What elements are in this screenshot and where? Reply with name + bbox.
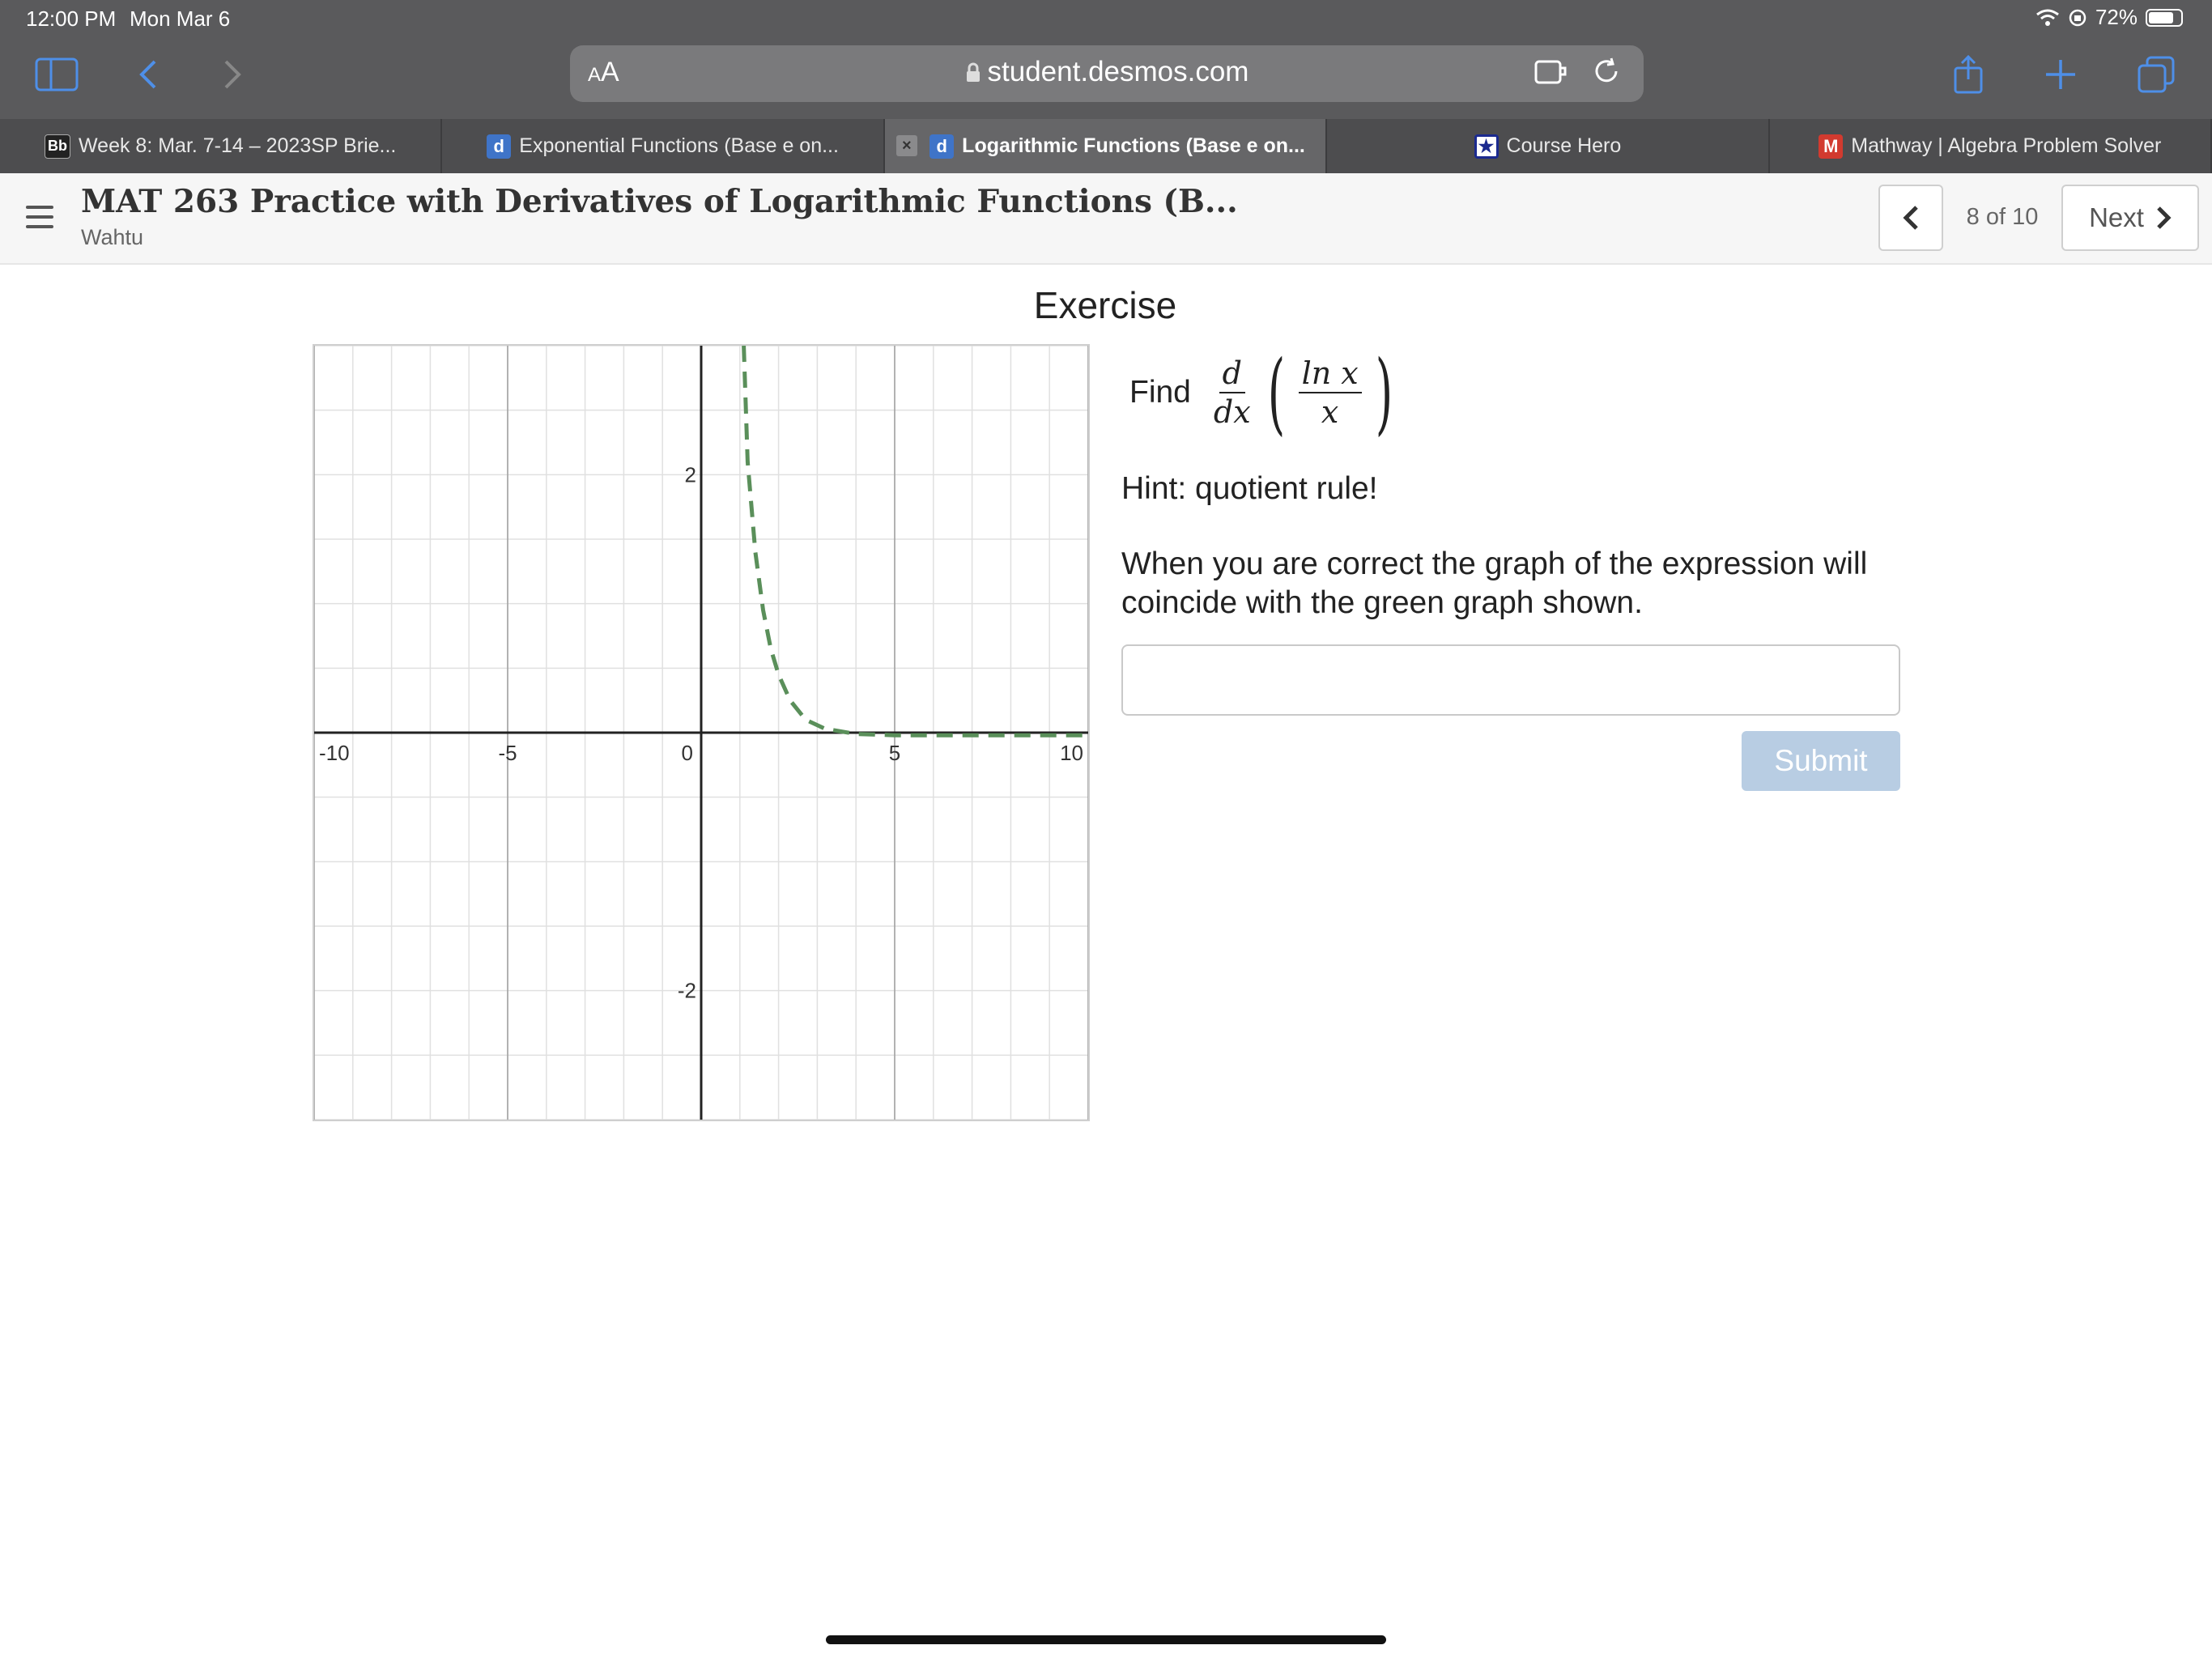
tab-label: Week 8: Mar. 7-14 – 2023SP Brie... [79,134,397,157]
wifi-icon [2036,9,2059,26]
series-line [742,345,1088,738]
extension-icon[interactable] [1534,57,1568,86]
tab-blackboard[interactable]: Bb Week 8: Mar. 7-14 – 2023SP Brie... [0,119,443,173]
graph-svg: -10 -5 0 5 10 2 -2 [313,345,1089,1120]
question-prompt: Find d dx ( ln x x ) [1129,348,1402,437]
course-hero-favicon-icon: ★ [1474,134,1499,159]
expression-fraction: ln x x [1298,358,1362,427]
tab-label: Logarithmic Functions (Base e on... [962,134,1305,157]
status-time: 12:00 PM [26,6,117,31]
battery-percent: 72% [2095,5,2138,29]
previous-button[interactable] [1878,185,1943,251]
address-bar[interactable]: AA student.desmos.com [570,45,1644,102]
new-tab-icon[interactable] [2040,50,2081,99]
browser-chrome: 12:00 PM Mon Mar 6 72% AA student.desmos… [0,0,2212,119]
tab-label: Exponential Functions (Base e on... [519,134,839,157]
close-tab-icon[interactable]: × [895,135,917,156]
x-tick-label: -10 [319,741,350,765]
orientation-lock-icon [2069,9,2087,26]
menu-icon[interactable] [26,206,53,235]
forward-icon[interactable] [217,50,249,99]
next-button[interactable]: Next [2061,185,2199,251]
submit-button[interactable]: Submit [1742,731,1900,791]
tab-overview-icon[interactable] [2136,50,2176,99]
share-icon[interactable] [1948,50,1989,99]
chevron-right-icon [2157,206,2172,229]
blackboard-favicon-icon: Bb [45,134,71,159]
tab-mathway[interactable]: M Mathway | Algebra Problem Solver [1770,119,2212,173]
derivative-operator: d dx [1213,355,1251,430]
instructions-text: When you are correct the graph of the ex… [1121,546,1868,620]
x-tick-label: 0 [682,741,693,765]
left-paren: ( [1267,341,1285,444]
tab-label: Course Hero [1506,134,1622,157]
exercise-heading: Exercise [1033,284,1177,326]
status-date: Mon Mar 6 [130,6,231,31]
tab-exponential-functions[interactable]: d Exponential Functions (Base e on... [442,119,885,173]
find-label: Find [1129,375,1191,410]
tab-course-hero[interactable]: ★ Course Hero [1327,119,1770,173]
y-tick-label: -2 [678,979,696,1003]
status-icons: 72% [2035,5,2183,30]
tab-logarithmic-functions[interactable]: × d Logarithmic Functions (Base e on... [884,119,1328,173]
desmos-favicon-icon: d [487,134,512,159]
lock-icon [966,62,980,82]
x-tick-label: 5 [889,741,900,765]
x-tick-label: 10 [1060,741,1083,765]
desmos-favicon-icon: d [929,134,955,159]
tab-label: Mathway | Algebra Problem Solver [1851,134,2162,157]
answer-input[interactable] [1121,644,1900,716]
next-label: Next [2089,202,2144,232]
activity-title: MAT 263 Practice with Derivatives of Log… [81,183,1238,220]
home-indicator [826,1635,1386,1644]
battery-icon [2146,8,2183,27]
page-indicator: 8 of 10 [1966,204,2039,230]
back-icon[interactable] [131,50,164,99]
reload-icon[interactable] [1592,57,1621,86]
right-paren: ) [1375,341,1393,444]
url-display[interactable]: student.desmos.com [570,56,1644,88]
activity-header: MAT 263 Practice with Derivatives of Log… [0,173,2212,265]
sidebar-toggle-icon[interactable] [32,50,81,99]
graph-panel[interactable]: -10 -5 0 5 10 2 -2 [313,344,1090,1121]
mathway-favicon-icon: M [1819,134,1844,159]
y-tick-label: 2 [685,462,696,487]
hint-text: Hint: quotient rule! [1121,471,1378,506]
tab-bar: Bb Week 8: Mar. 7-14 – 2023SP Brie... d … [0,119,2212,173]
student-name: Wahtu [81,225,144,249]
chevron-left-icon [1903,206,1918,230]
x-tick-label: -5 [498,741,517,765]
